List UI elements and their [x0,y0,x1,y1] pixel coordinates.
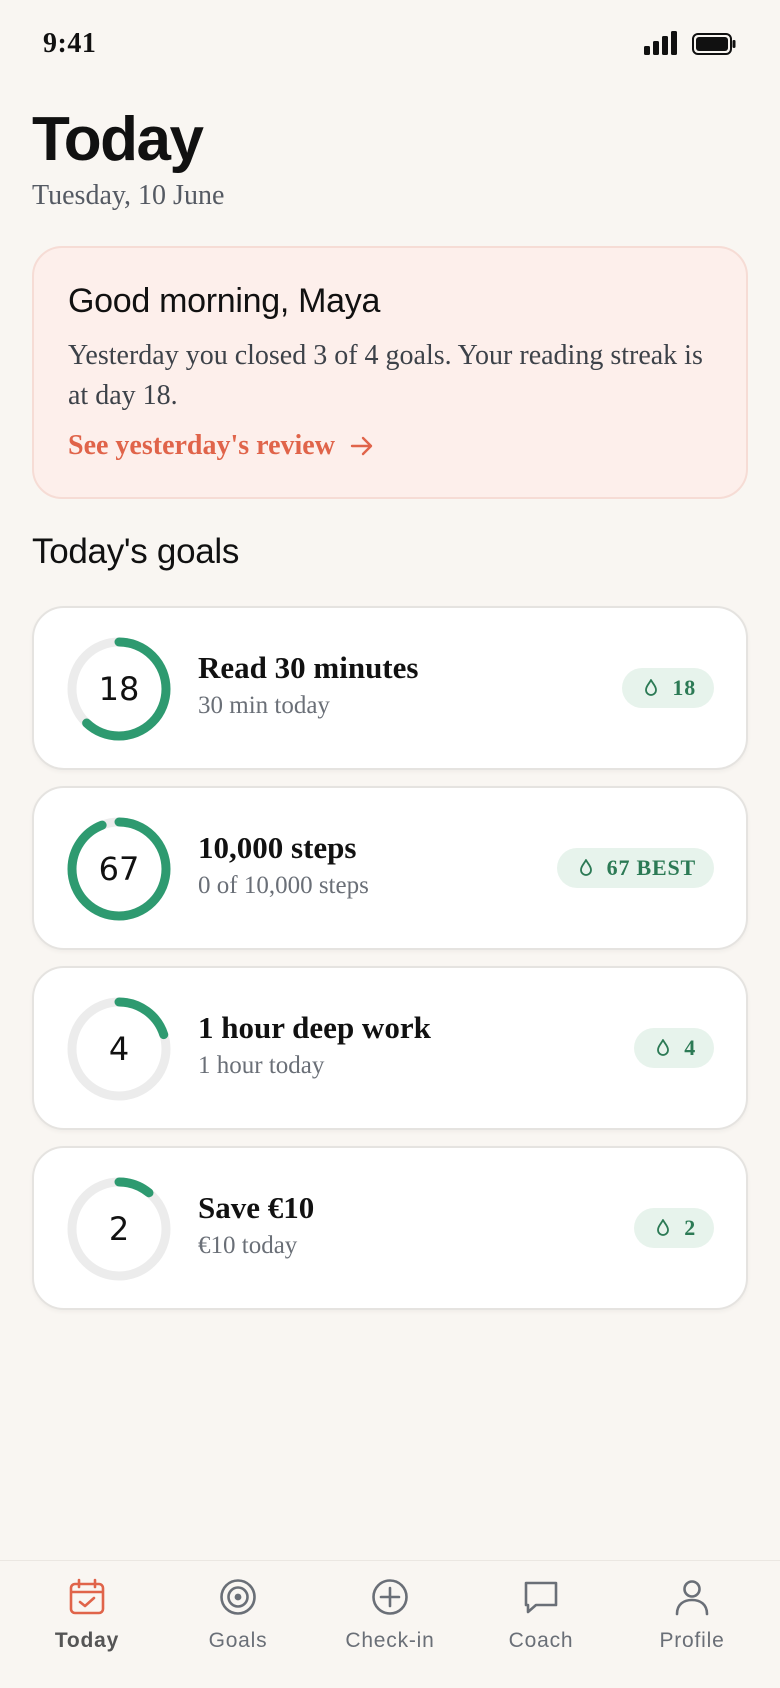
plus-circle-icon [372,1579,408,1615]
section-title: Today's goals [32,532,240,571]
progress-ring: 18 [66,636,172,742]
progress-ring: 4 [66,996,172,1102]
goal-subtitle: €10 today [198,1232,298,1259]
bottom-nav: Today Goals Check-in Coach Profile [0,1560,780,1688]
streak-badge: 2 [634,1208,714,1248]
goal-title: 10,000 steps [198,830,357,865]
goal-title: Read 30 minutes [198,650,419,685]
flame-icon [657,1219,670,1236]
arrow-right-icon [350,436,373,456]
ring-value: 67 [98,850,140,888]
streak-badge: 67 BEST [556,848,714,888]
today-screen: 9:41 Today Tuesday, 10 June Good morning… [0,0,780,1688]
goal-card[interactable]: 4 1 hour deep work 1 hour today 4 [32,966,748,1130]
goal-title: 1 hour deep work [198,1010,431,1045]
nav-label: Coach [508,1629,574,1652]
goal-title: Save €10 [198,1190,315,1225]
nav-label: Profile [659,1629,725,1652]
yesterday-review-link[interactable]: See yesterday's review [68,430,375,462]
streak-count: 18 [672,675,696,700]
chat-bubble-icon [524,1581,558,1614]
nav-item-check-in[interactable]: Check-in [320,1577,460,1653]
page-title: Today [32,105,204,174]
progress-ring: 67 [66,816,172,922]
greeting-body: Yesterday you closed 3 of 4 goals. Your … [68,340,703,411]
ring-value: 4 [108,1030,130,1068]
signal-icon [644,31,677,55]
goal-card[interactable]: 2 Save €10 €10 today 2 [32,1146,748,1310]
goal-subtitle: 1 hour today [198,1052,325,1079]
page-date: Tuesday, 10 June [32,180,225,211]
status-bar: 9:41 [0,0,780,90]
flame-icon [657,1039,670,1056]
flame-icon [579,859,592,876]
review-link-label: See yesterday's review [68,430,335,461]
progress-ring: 2 [66,1176,172,1282]
streak-count: 67 BEST [606,855,696,880]
streak-count: 2 [684,1215,696,1240]
streak-badge: 18 [622,668,714,708]
streak-count: 4 [684,1035,696,1060]
battery-icon [692,33,736,55]
streak-badge: 4 [634,1028,714,1068]
ring-value: 2 [108,1210,130,1248]
calendar-check-icon [69,1578,105,1615]
nav-label: Today [54,1629,120,1652]
greeting-title: Good morning, Maya [68,282,381,320]
nav-item-profile[interactable]: Profile [622,1577,762,1653]
goal-subtitle: 0 of 10,000 steps [198,872,369,899]
nav-label: Check-in [345,1629,435,1652]
target-icon [220,1579,256,1615]
person-icon [675,1580,709,1616]
nav-item-today[interactable]: Today [17,1577,157,1653]
nav-label: Goals [208,1629,268,1652]
flame-icon [645,679,658,696]
ring-value: 18 [98,670,140,708]
goal-card[interactable]: 18 Read 30 minutes 30 min today 18 [32,606,748,770]
nav-item-coach[interactable]: Coach [471,1577,611,1653]
goal-subtitle: 30 min today [198,692,330,719]
status-time: 9:41 [43,28,97,59]
greeting-card: Good morning, Maya Yesterday you closed … [32,246,748,499]
goal-card[interactable]: 67 10,000 steps 0 of 10,000 steps 67 BES… [32,786,748,950]
nav-item-goals[interactable]: Goals [168,1577,308,1653]
